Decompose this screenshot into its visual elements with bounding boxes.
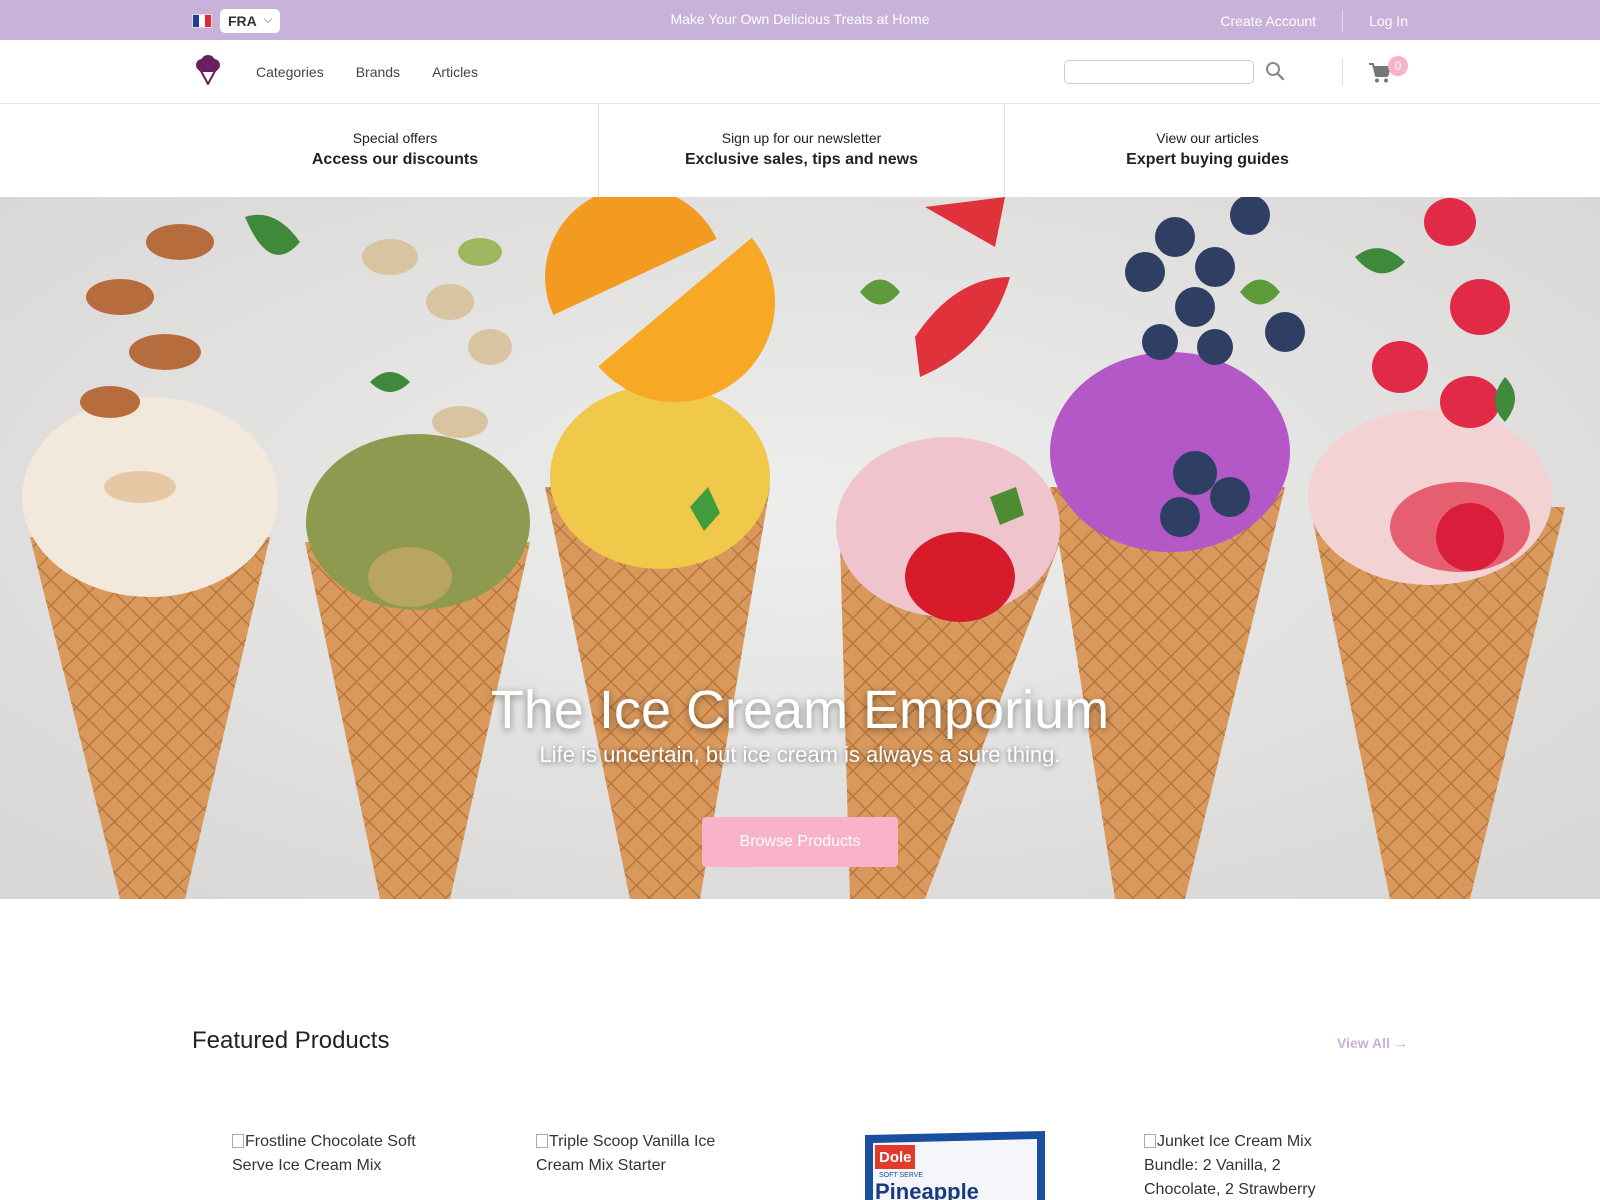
broken-image-icon [1144, 1134, 1156, 1148]
package-flavor: Pineapple [875, 1179, 979, 1200]
strip-title: Exclusive sales, tips and news [685, 151, 918, 168]
nav-articles[interactable]: Articles [432, 64, 478, 80]
ice-cream-logo-icon[interactable] [195, 55, 221, 85]
broken-image-icon [536, 1134, 548, 1148]
nav-links: Categories Brands Articles [256, 64, 478, 80]
nav-brands[interactable]: Brands [356, 64, 400, 80]
log-in-link[interactable]: Log In [1369, 13, 1408, 29]
nav-categories[interactable]: Categories [256, 64, 324, 80]
top-announcement-bar: FRA Make Your Own Delicious Treats at Ho… [0, 0, 1600, 40]
product-card[interactable]: Junket Ice Cream Mix Bundle: 2 Vanilla, … [1144, 1130, 1344, 1200]
strip-subtitle: Sign up for our newsletter [721, 130, 882, 146]
package-label: SOFT SERVE [879, 1172, 923, 1179]
package-brand: Dole [879, 1149, 912, 1166]
strip-subtitle: Special offers [352, 130, 438, 146]
account-divider [1342, 10, 1344, 32]
featured-products-heading: Featured Products [192, 1027, 390, 1054]
search-icon[interactable] [1264, 60, 1286, 82]
ice-cream-cones-image [0, 197, 1600, 899]
product-name[interactable]: Junket Ice Cream Mix Bundle: 2 Vanilla, … [1144, 1133, 1316, 1198]
create-account-link[interactable]: Create Account [1220, 13, 1316, 29]
strip-title: Expert buying guides [1126, 151, 1289, 168]
strip-articles[interactable]: View our articles Expert buying guides [1004, 104, 1410, 197]
view-all-link[interactable]: View All → [1337, 1035, 1408, 1051]
account-links: Create Account Log In [1220, 10, 1408, 32]
browse-products-button[interactable]: Browse Products [702, 817, 898, 867]
product-name[interactable]: Frostline Chocolate Soft Serve Ice Cream… [232, 1133, 416, 1174]
search-input[interactable] [1064, 60, 1254, 84]
broken-image-icon [232, 1134, 244, 1148]
product-card[interactable]: Frostline Chocolate Soft Serve Ice Cream… [232, 1130, 432, 1178]
product-card[interactable]: Dole SOFT SERVE Pineapple [865, 1131, 1045, 1200]
cart-count-badge: 0 [1388, 56, 1408, 76]
strip-special-offers[interactable]: Special offers Access our discounts [192, 104, 598, 197]
main-navigation: Categories Brands Articles 0 [0, 40, 1600, 104]
strip-title: Access our discounts [311, 151, 479, 168]
dole-package-image: Dole SOFT SERVE Pineapple [865, 1131, 1045, 1200]
strip-newsletter[interactable]: Sign up for our newsletter Exclusive sal… [598, 104, 1004, 197]
nav-divider [1342, 58, 1343, 86]
hero-banner: The Ice Cream Emporium Life is uncertain… [0, 197, 1600, 899]
hero-title: The Ice Cream Emporium [490, 680, 1110, 740]
product-card[interactable]: Triple Scoop Vanilla Ice Cream Mix Start… [536, 1130, 736, 1178]
hero-subtitle: Life is uncertain, but ice cream is alwa… [539, 742, 1061, 767]
product-name[interactable]: Triple Scoop Vanilla Ice Cream Mix Start… [536, 1133, 715, 1174]
promo-strip: Special offers Access our discounts Sign… [0, 104, 1600, 197]
strip-subtitle: View our articles [1156, 130, 1259, 146]
